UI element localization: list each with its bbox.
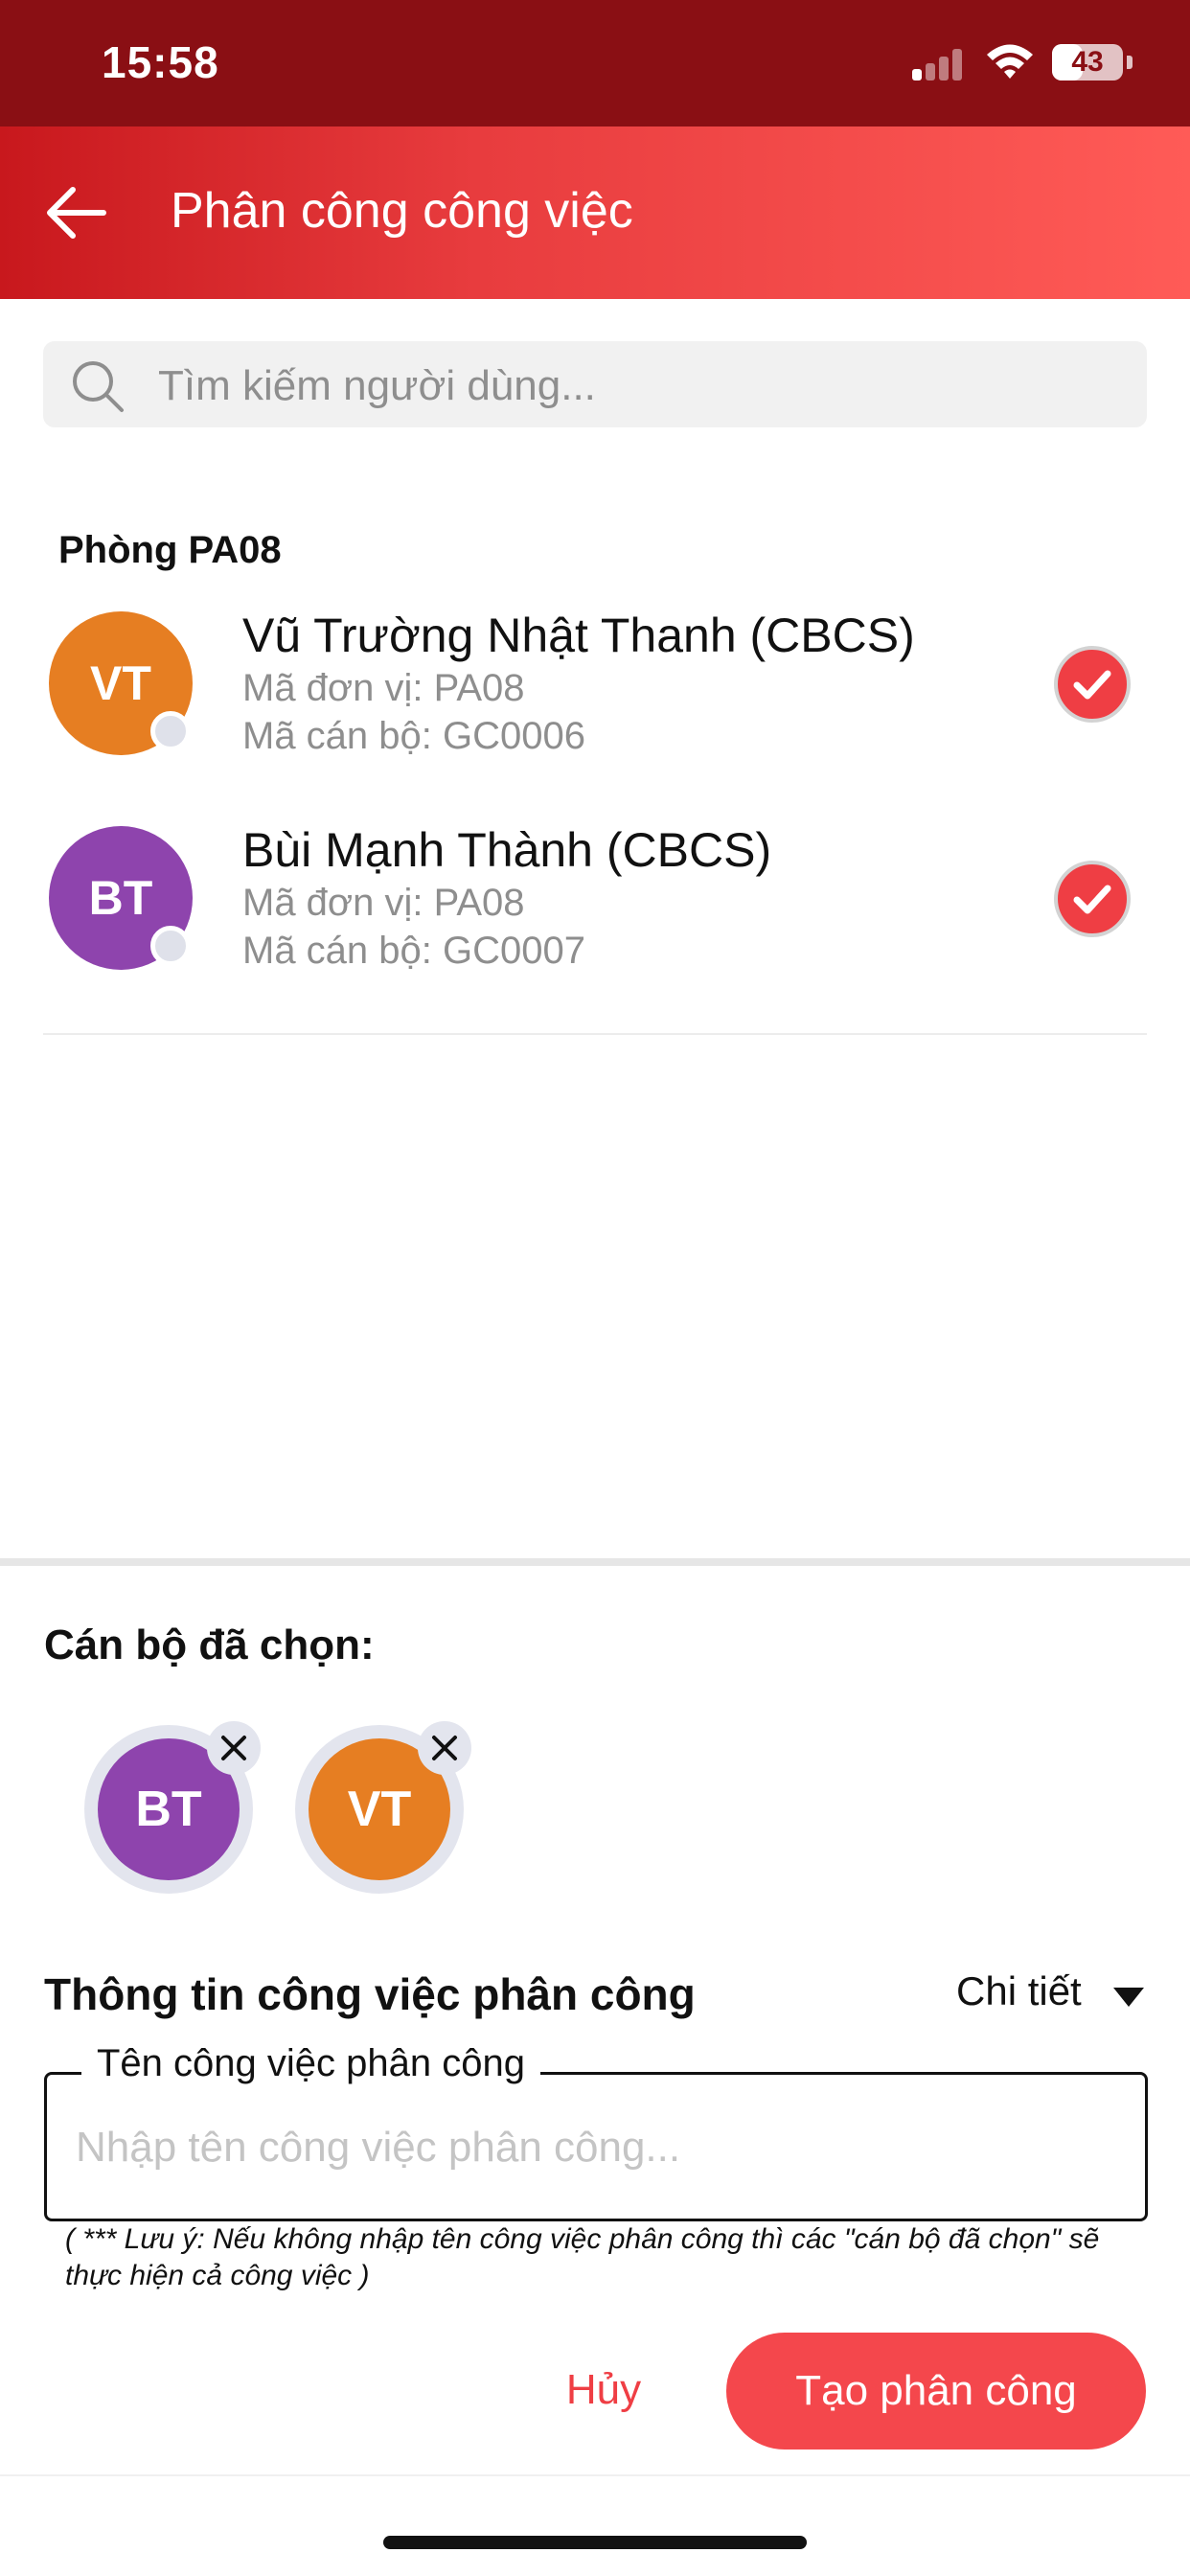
task-name-label: Tên công việc phân công (81, 2042, 540, 2085)
checkmark-icon (1073, 670, 1111, 700)
user-row-vt[interactable]: VT Vũ Trường Nhật Thanh (CBCS) Mã đơn vị… (43, 609, 1147, 774)
status-time: 15:58 (102, 37, 219, 87)
user-unit-code: Mã đơn vị: PA08 (242, 667, 525, 709)
detail-label: Chi tiết (956, 1968, 1082, 2013)
task-name-field: Tên công việc phân công (44, 2042, 1148, 2221)
user-unit-code: Mã đơn vị: PA08 (242, 882, 525, 924)
remove-chip-button[interactable] (207, 1721, 261, 1775)
task-info-title: Thông tin công việc phân công (44, 1969, 696, 2019)
page-title: Phân công công việc (171, 183, 633, 239)
user-row-bt[interactable]: BT Bùi Mạnh Thành (CBCS) Mã đơn vị: PA08… (43, 823, 1147, 989)
home-indicator (383, 2536, 807, 2549)
close-icon (221, 1736, 246, 1760)
wifi-icon (987, 44, 1033, 79)
selected-chip-vt: VT (295, 1721, 471, 1894)
task-name-input[interactable] (76, 2113, 1110, 2182)
panel-divider (0, 1558, 1190, 1566)
battery-percent: 43 (1071, 46, 1104, 78)
cellular-signal-icon (912, 48, 970, 80)
checkmark-icon (1073, 885, 1111, 914)
status-bar: 15:58 43 (0, 0, 1190, 126)
battery-icon: 43 (1052, 44, 1123, 80)
battery-tip (1127, 56, 1133, 69)
back-arrow-icon[interactable] (44, 184, 107, 242)
online-status-dot (150, 711, 191, 751)
close-icon (432, 1736, 457, 1760)
user-staff-code: Mã cán bộ: GC0006 (242, 715, 585, 757)
user-staff-code: Mã cán bộ: GC0007 (242, 930, 585, 972)
selected-checkbox[interactable] (1054, 861, 1131, 937)
app-header: Phân công công việc (0, 126, 1190, 299)
search-icon (73, 361, 124, 412)
online-status-dot (150, 926, 191, 966)
user-name: Vũ Trường Nhật Thanh (CBCS) (242, 609, 915, 662)
remove-chip-button[interactable] (418, 1721, 471, 1775)
selected-checkbox[interactable] (1054, 646, 1131, 723)
user-name: Bùi Mạnh Thành (CBCS) (242, 823, 772, 877)
search-placeholder: Tìm kiếm người dùng... (158, 362, 596, 409)
group-title: Phòng PA08 (58, 529, 282, 571)
note-text: ( *** Lưu ý: Nếu không nhập tên công việ… (65, 2223, 1100, 2291)
caret-down-icon (1113, 1988, 1144, 2007)
selected-section-title: Cán bộ đã chọn: (44, 1622, 375, 1668)
create-assignment-button[interactable]: Tạo phân công (726, 2333, 1146, 2450)
selected-chip-bt: BT (84, 1721, 261, 1894)
list-divider (43, 1033, 1147, 1035)
cancel-button[interactable]: Hủy (537, 2333, 671, 2448)
search-input[interactable]: Tìm kiếm người dùng... (43, 341, 1147, 427)
bottom-divider (0, 2474, 1190, 2476)
